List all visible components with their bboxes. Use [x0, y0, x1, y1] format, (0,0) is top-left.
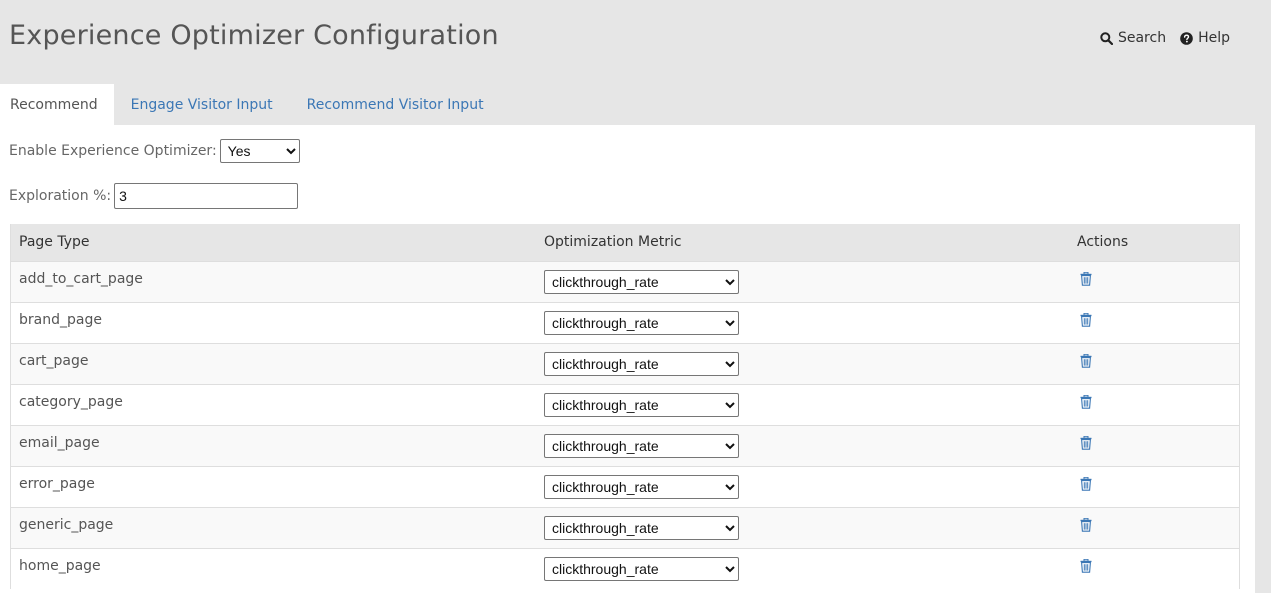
page-type-cell: category_page — [19, 394, 123, 410]
page-type-cell: email_page — [19, 435, 100, 451]
optimization-metric-select[interactable]: clickthrough_rate — [544, 475, 739, 499]
table-row: error_page clickthrough_rate — [11, 466, 1239, 507]
page-type-cell: generic_page — [19, 517, 114, 533]
search-label: Search — [1117, 30, 1167, 46]
search-icon — [1100, 31, 1113, 45]
trash-icon[interactable] — [1080, 313, 1092, 327]
enable-optimizer-row: Enable Experience Optimizer: Yes — [9, 139, 300, 163]
search-link[interactable]: Search — [1100, 30, 1166, 46]
table-row: home_page clickthrough_rate — [11, 548, 1239, 589]
page-type-cell: error_page — [19, 476, 95, 492]
optimization-metric-select[interactable]: clickthrough_rate — [544, 311, 739, 335]
trash-icon[interactable] — [1080, 354, 1092, 368]
optimization-metric-select[interactable]: clickthrough_rate — [544, 516, 739, 540]
exploration-input[interactable] — [114, 183, 299, 209]
page-type-cell: cart_page — [19, 353, 89, 369]
table-row: add_to_cart_page clickthrough_rate — [11, 261, 1239, 302]
table-row: category_page clickthrough_rate — [11, 384, 1239, 425]
recommend-panel: Enable Experience Optimizer: Yes Explora… — [0, 125, 1255, 593]
help-label: Help — [1198, 30, 1230, 46]
enable-optimizer-label: Enable Experience Optimizer: — [9, 143, 217, 159]
trash-icon[interactable] — [1080, 559, 1092, 573]
optimization-metric-select[interactable]: clickthrough_rate — [544, 352, 739, 376]
exploration-row: Exploration %: — [9, 183, 299, 209]
trash-icon[interactable] — [1080, 272, 1092, 286]
table-row: generic_page clickthrough_rate — [11, 507, 1239, 548]
enable-optimizer-select[interactable]: Yes — [219, 139, 300, 163]
page-title: Experience Optimizer Configuration — [9, 20, 499, 51]
tab-recommend[interactable]: Recommend — [0, 84, 114, 125]
table-row: email_page clickthrough_rate — [11, 425, 1239, 466]
help-link[interactable]: Help — [1180, 30, 1230, 46]
optimization-metric-select[interactable]: clickthrough_rate — [544, 270, 739, 294]
tab-engage-visitor-input[interactable]: Engage Visitor Input — [114, 84, 290, 125]
trash-icon[interactable] — [1080, 436, 1092, 450]
question-circle-icon — [1180, 31, 1193, 45]
optimization-metric-select[interactable]: clickthrough_rate — [544, 557, 739, 581]
page-type-cell: add_to_cart_page — [19, 271, 143, 287]
optimization-metric-select[interactable]: clickthrough_rate — [544, 434, 739, 458]
table-row: cart_page clickthrough_rate — [11, 343, 1239, 384]
column-header-actions: Actions — [1077, 234, 1129, 250]
page-type-cell: home_page — [19, 558, 101, 574]
header: Experience Optimizer Configuration Searc… — [0, 0, 1271, 84]
table-header: Page Type Optimization Metric Actions — [11, 224, 1239, 261]
exploration-label: Exploration %: — [9, 188, 112, 204]
tab-bar: Recommend Engage Visitor Input Recommend… — [0, 84, 501, 125]
trash-icon[interactable] — [1080, 395, 1092, 409]
column-header-optimization-metric: Optimization Metric — [544, 234, 682, 250]
table-row: brand_page clickthrough_rate — [11, 302, 1239, 343]
tab-recommend-visitor-input[interactable]: Recommend Visitor Input — [290, 84, 501, 125]
column-header-page-type: Page Type — [19, 234, 90, 250]
optimization-metric-select[interactable]: clickthrough_rate — [544, 393, 739, 417]
trash-icon[interactable] — [1080, 518, 1092, 532]
trash-icon[interactable] — [1080, 477, 1092, 491]
header-links: Search Help — [1100, 30, 1230, 46]
table-body: add_to_cart_page clickthrough_rate brand… — [11, 261, 1239, 589]
page-type-table: Page Type Optimization Metric Actions ad… — [10, 224, 1240, 589]
page-type-cell: brand_page — [19, 312, 102, 328]
